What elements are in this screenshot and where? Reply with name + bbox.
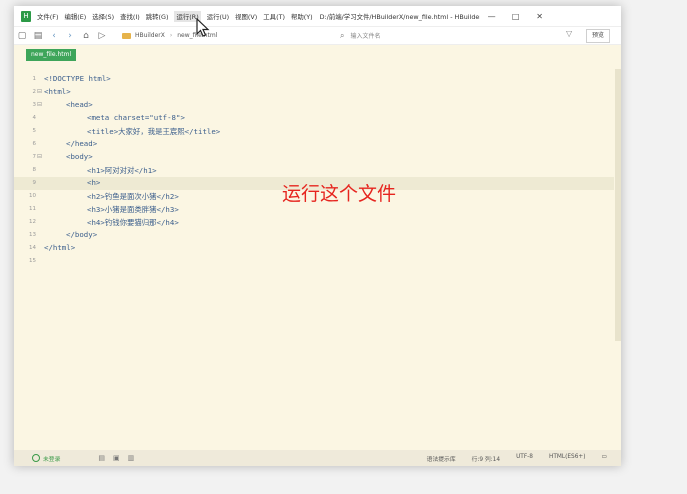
hbuilderx-logo: H [21,10,31,22]
code-text: <h> [87,178,101,187]
line-number: 1 [32,76,37,82]
menu-help[interactable]: 帮助(Y) [291,12,313,21]
forward-icon[interactable]: › [62,31,78,41]
maximize-button[interactable]: □ [504,12,528,21]
fold-icon[interactable]: ⊟ [37,88,42,95]
line-number: 9 [32,180,37,186]
line-number: 13 [29,232,36,238]
line-number: 4 [32,115,37,121]
line-number: 11 [29,206,36,212]
language-mode[interactable]: HTML(ES6+) [549,454,586,463]
login-label: 未登录 [43,456,61,463]
play-icon[interactable]: ▷ [94,31,110,41]
fold-icon[interactable]: ⊟ [37,153,42,160]
breadcrumb-project[interactable]: HBuilderX [135,32,165,39]
login-status[interactable]: 未登录 [32,454,60,463]
code-editor[interactable]: 1 <!DOCTYPE html> 2 ⊟ <html> 3 ⊟ <head> … [14,69,621,446]
line-number: 10 [29,193,36,199]
tab-new-file[interactable]: new_file.html [26,49,77,61]
vertical-scrollbar[interactable] [615,69,621,341]
window-title: D:/前端/学习文件/HBuilderX/new_file.html - HBu… [319,12,480,21]
fold-icon[interactable]: ⊟ [37,101,42,108]
folder-icon [122,32,131,39]
annotation-caption: 运行这个文件 [282,183,397,205]
filter-icon[interactable]: ▽ [566,29,572,38]
code-line: 15 [14,255,614,268]
line-number: 8 [32,167,37,173]
syntax-library[interactable]: 语法提示库 [427,454,456,463]
console-icon[interactable]: ▣ [113,454,120,462]
search-icon: ⌕ [340,30,345,40]
line-number: 7 [32,154,37,160]
menu-find[interactable]: 查找(I) [120,12,140,21]
terminal-icon[interactable]: ▤ [98,454,105,462]
status-bar: 未登录 ▤ ▣ ▥ 语法提示库 行:9 列:14 UTF-8 HTML(ES6+… [14,450,621,466]
code-text: <h1>阿对对对</h1> [87,166,157,175]
tab-bar: new_file.html [14,45,621,61]
code-text: <h4>钓钱你要猫归那</h4> [87,218,179,227]
code-text: <h2>钓鱼是面次小猪</h2> [87,192,179,201]
home-icon[interactable]: ⌂ [78,31,94,41]
menu-view[interactable]: 视图(V) [235,12,257,21]
code-text: <title>大家好，我是王宸熙</title> [87,127,221,136]
menu-goto[interactable]: 跳转(G) [146,12,169,21]
code-line: 6 </head> [14,138,614,151]
code-line: 4 <meta charset="utf-8"> [14,112,614,125]
code-line: 13 </body> [14,229,614,242]
new-file-icon[interactable]: ▢ [14,31,30,41]
line-number: 3 [32,102,37,108]
minimize-button[interactable]: — [480,12,504,21]
menu-edit[interactable]: 编辑(E) [64,12,86,21]
mouse-pointer-icon [196,18,210,37]
code-text: <meta charset="utf-8"> [87,113,185,122]
menu-file[interactable]: 文件(F) [37,12,58,21]
title-bar: H 文件(F) 编辑(E) 选择(S) 查找(I) 跳转(G) 运行(R) 运行… [14,6,621,27]
menu-select[interactable]: 选择(S) [92,12,114,21]
close-button[interactable]: ✕ [528,12,552,21]
code-text: <html> [44,87,71,96]
preview-button[interactable]: 预览 [586,29,610,43]
code-line: 7 ⊟ <body> [14,151,614,164]
editor-window: H 文件(F) 编辑(E) 选择(S) 查找(I) 跳转(G) 运行(R) 运行… [14,6,621,466]
toolbar: ▢ ▤ ‹ › ⌂ ▷ HBuilderX › new_file.html ⌕ … [14,27,621,45]
code-text: </body> [66,230,98,239]
menu-run-u[interactable]: 运行(U) [207,12,229,21]
line-number: 15 [29,258,36,264]
code-line: 14 </html> [14,242,614,255]
menu-tools[interactable]: 工具(T) [263,12,285,21]
user-icon [32,454,40,462]
code-line: 1 <!DOCTYPE html> [14,73,614,86]
code-text: </html> [44,243,76,252]
code-line: 3 ⊟ <head> [14,99,614,112]
status-right: 语法提示库 行:9 列:14 UTF-8 HTML(ES6+) ▭ [427,454,607,463]
search-placeholder: 输入文件名 [350,33,381,40]
save-icon[interactable]: ▤ [30,31,46,41]
code-text: <body> [66,152,93,161]
code-text: <!DOCTYPE html> [44,74,111,83]
encoding[interactable]: UTF-8 [516,454,533,463]
line-number: 6 [32,141,37,147]
code-line: 8 <h1>阿对对对</h1> [14,164,614,177]
code-text: <head> [66,100,93,109]
back-icon[interactable]: ‹ [46,31,62,41]
code-text: </head> [66,139,98,148]
code-line: 12 <h4>钓钱你要猫归那</h4> [14,216,614,229]
notification-icon[interactable]: ▭ [602,454,607,463]
code-line: 5 <title>大家好，我是王宸熙</title> [14,125,614,138]
code-text: <h3>小猪是面类胖猪</h3> [87,205,179,214]
line-number: 14 [29,245,36,251]
line-number: 12 [29,219,36,225]
panel-icon[interactable]: ▥ [128,454,135,462]
cursor-position[interactable]: 行:9 列:14 [472,454,500,463]
code-line: 2 ⊟ <html> [14,86,614,99]
line-number: 5 [32,128,37,134]
line-number: 2 [32,89,37,95]
status-icons: ▤ ▣ ▥ [98,454,134,462]
file-search[interactable]: ⌕ 输入文件名 [340,30,566,41]
breadcrumb-separator: › [169,32,173,39]
